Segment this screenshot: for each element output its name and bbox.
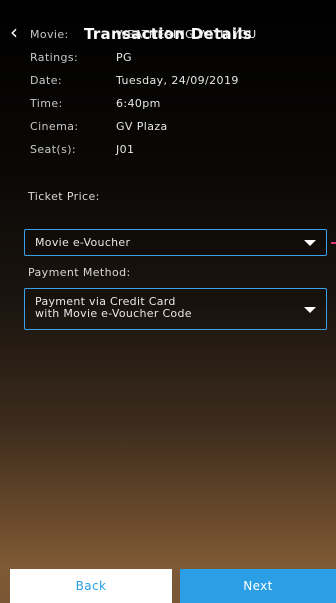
ratings-label: Ratings: — [30, 51, 79, 64]
side-marker — [331, 242, 336, 244]
detail-row-date: Date: Tuesday, 24/09/2019 — [30, 70, 330, 92]
ticket-price-label: Ticket Price: — [28, 190, 100, 203]
payment-method-selected-value: Payment via Credit Card with Movie e-Vou… — [35, 295, 192, 320]
payment-method-label: Payment Method: — [28, 266, 131, 279]
movie-value: WEATHERING WITH YOU — [116, 28, 257, 41]
detail-row-ratings: Ratings: PG — [30, 47, 330, 69]
ratings-value: PG — [116, 51, 132, 64]
detail-row-movie: Movie: WEATHERING WITH YOU — [30, 24, 330, 46]
movie-label: Movie: — [30, 28, 69, 41]
date-value: Tuesday, 24/09/2019 — [116, 74, 239, 87]
chevron-down-icon — [304, 240, 316, 246]
chevron-down-icon — [304, 307, 316, 313]
cinema-label: Cinema: — [30, 120, 79, 133]
detail-row-cinema: Cinema: GV Plaza — [30, 116, 330, 138]
cinema-value: GV Plaza — [116, 120, 168, 133]
seats-label: Seat(s): — [30, 143, 77, 156]
detail-row-time: Time: 6:40pm — [30, 93, 330, 115]
date-label: Date: — [30, 74, 62, 87]
time-label: Time: — [30, 97, 63, 110]
time-value: 6:40pm — [116, 97, 161, 110]
ticket-price-select[interactable]: Movie e-Voucher — [24, 229, 327, 256]
payment-method-select[interactable]: Payment via Credit Card with Movie e-Vou… — [24, 288, 327, 330]
seats-value: J01 — [116, 143, 135, 156]
next-button[interactable]: Next — [180, 569, 336, 603]
ticket-price-selected-value: Movie e-Voucher — [35, 236, 131, 249]
back-button[interactable]: Back — [10, 569, 172, 603]
transaction-details-screen: ‹ Transaction Details Movie: WEATHERING … — [0, 0, 336, 603]
detail-row-seats: Seat(s): J01 — [30, 139, 330, 161]
footer-actions: Back Next — [0, 565, 336, 603]
